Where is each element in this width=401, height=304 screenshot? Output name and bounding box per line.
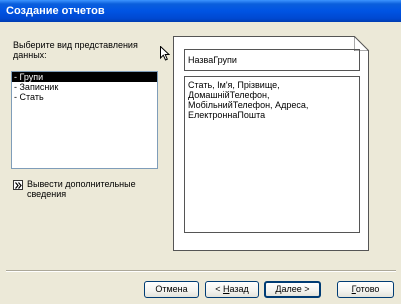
- finish-label: отово: [355, 284, 380, 294]
- mouse-cursor-icon: [160, 45, 171, 63]
- button-separator: [6, 270, 396, 272]
- finish-button[interactable]: Готово: [337, 281, 394, 298]
- window-title: Создание отчетов: [6, 5, 105, 17]
- back-button[interactable]: < Назад: [205, 281, 259, 298]
- next-label: алее >: [281, 284, 310, 294]
- view-type-list[interactable]: - Групи - Записник - Стать: [11, 71, 158, 169]
- list-item-gender[interactable]: - Стать: [12, 92, 157, 102]
- show-more-details-button[interactable]: Вывести дополнительные сведения: [13, 179, 163, 199]
- report-preview-page: НазваГрупи Стать, Ім'я, Прізвище, Домашн…: [173, 36, 369, 251]
- back-label: азад: [229, 284, 249, 294]
- list-item-notebook[interactable]: - Записник: [12, 82, 157, 92]
- view-prompt-label: Выберите вид представления данных:: [13, 40, 138, 60]
- expand-icon: [13, 180, 23, 190]
- cancel-button-label: Отмена: [155, 284, 188, 294]
- cancel-button[interactable]: Отмена: [144, 281, 199, 298]
- show-more-details-label: Вывести дополнительные сведения: [27, 179, 136, 199]
- title-bar[interactable]: Создание отчетов: [0, 0, 401, 22]
- detail-fields-box: Стать, Ім'я, Прізвище, ДомашнійТелефон, …: [184, 76, 360, 233]
- group-field-box: НазваГрупи: [184, 49, 360, 71]
- next-button[interactable]: Далее >: [264, 281, 321, 298]
- list-item-groups[interactable]: - Групи: [12, 72, 157, 82]
- back-prefix: <: [215, 284, 223, 294]
